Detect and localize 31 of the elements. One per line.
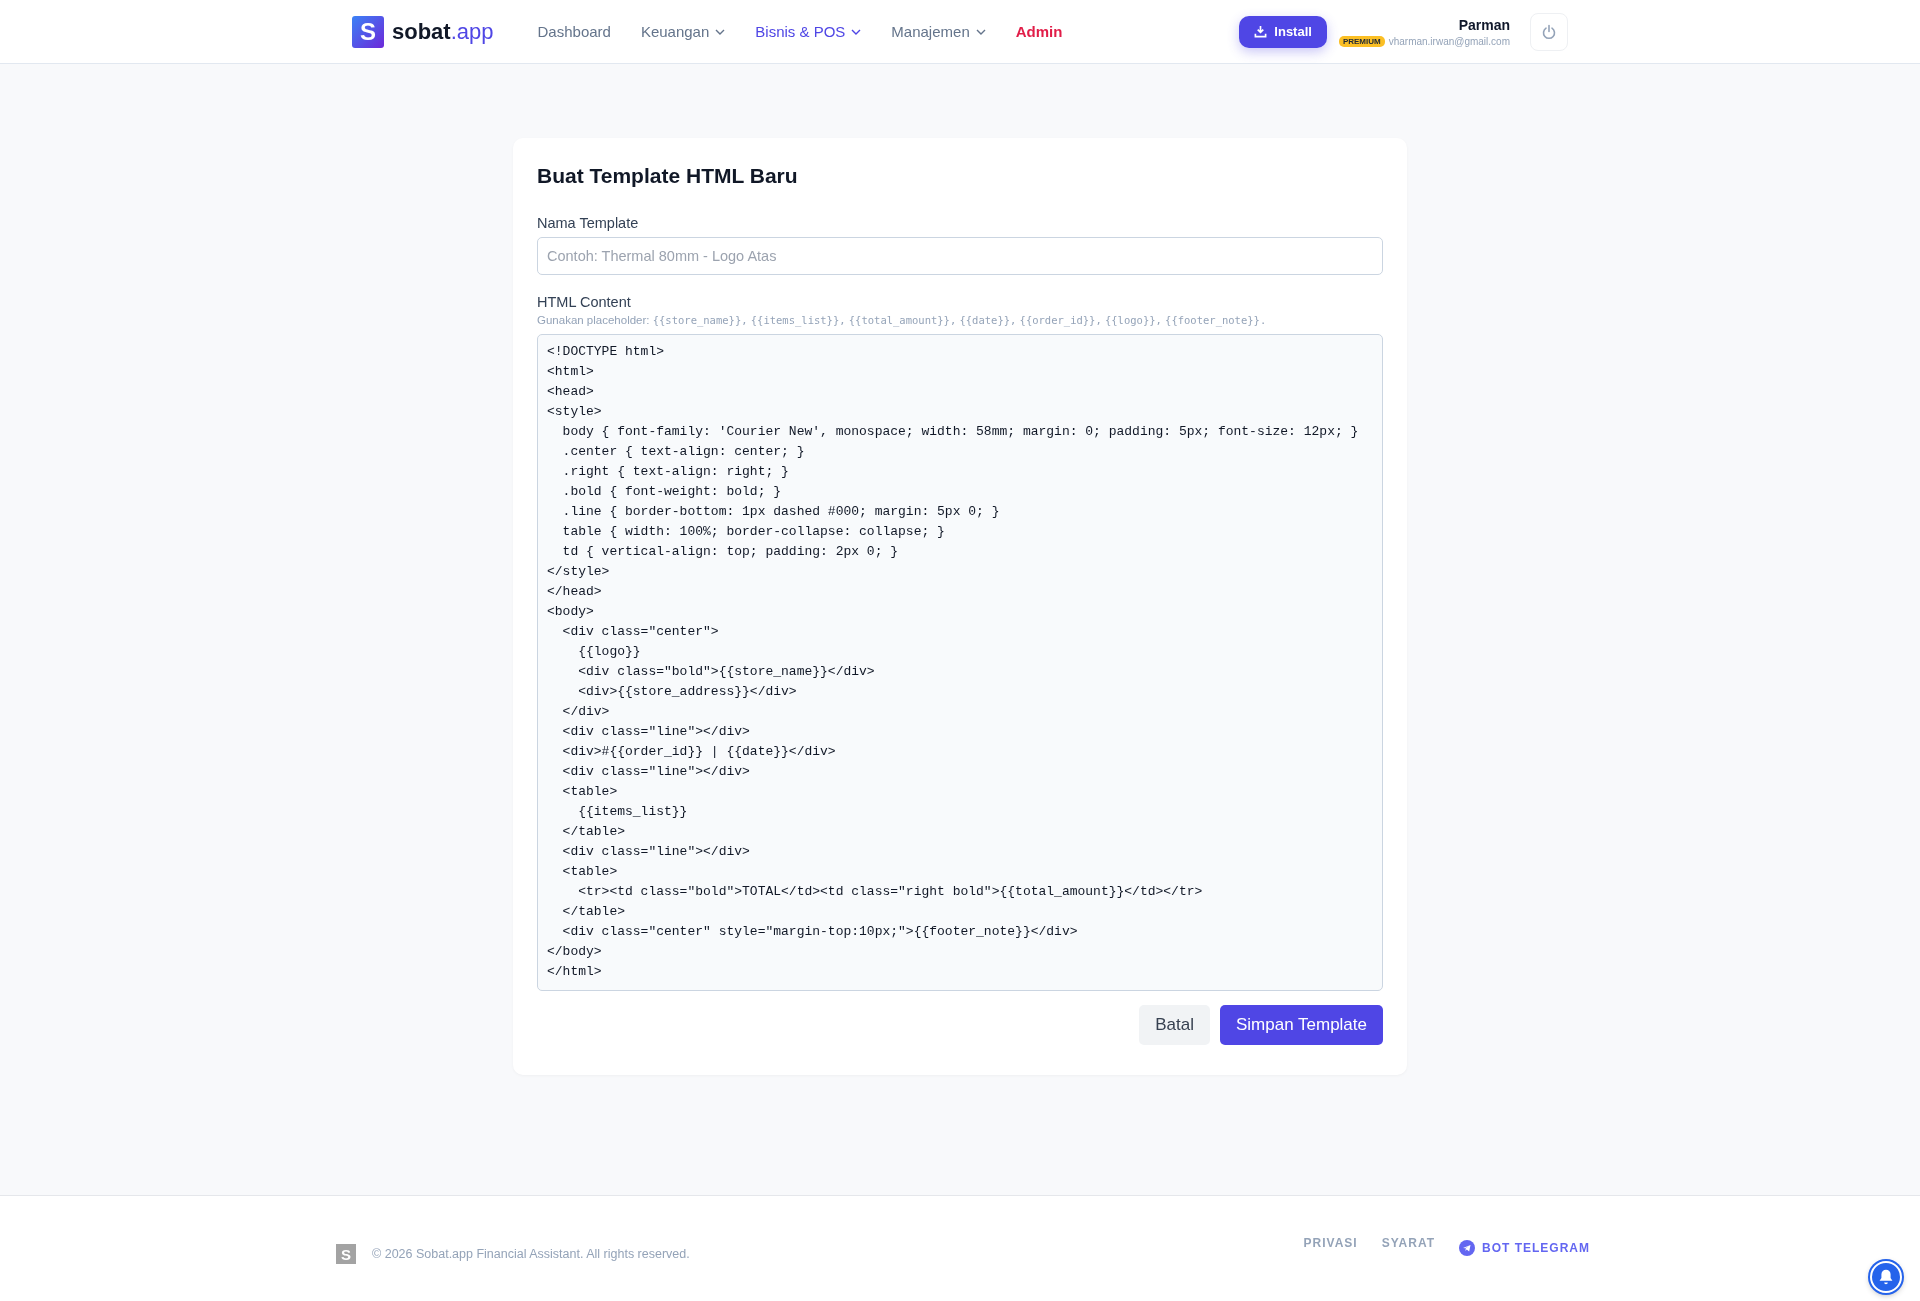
cancel-button[interactable]: Batal: [1139, 1005, 1210, 1045]
logo-icon: S: [352, 15, 384, 48]
html-content-field[interactable]: <!DOCTYPE html> <html> <head> <style> body { font-family: 'Courier New', monospace; width: 58mm; margin: 0; padding: 5px; font-size: 12px; } .center { text-align: center; } .right { text-align: right; } .bold { font-weight: bold; } .line { border-bottom: 1px dashed #000; margin: 5px 0; } table { width: 100%; border-collapse: collapse; } td { vertical-align: top; padding: 2px 0; } </style> </head> <body> <div class="center"> {{logo}} <div class="bold">{{store_name}}</div> <div>{{store_address}}</div> </div> <div class="line"></div> <div>#{{order_id}} | {{date}}</div> <div class="line"></div> <table> {{items_list}} </table> <div class="line"></div> <table> <tr><td class="bold">TOTAL</td><td class="right bold">{{total_amount}}</td></tr> </table> <div class="center" style="margin-top:10px;">{{footer_note}}</div> </body> </html>: [537, 334, 1383, 991]
premium-badge: PREMIUM: [1338, 35, 1385, 47]
user-name: Parman: [1458, 16, 1510, 33]
nav-link[interactable]: Keuangan: [640, 23, 726, 40]
download-icon: [1254, 25, 1268, 38]
footer-link[interactable]: SYARAT: [1381, 1236, 1435, 1250]
footer-link[interactable]: PRIVASI: [1303, 1236, 1358, 1250]
telegram-icon: [1459, 1240, 1475, 1256]
chevron-down-icon: [715, 28, 726, 35]
field-label: HTML Content: [537, 294, 632, 310]
form-title: Buat Template HTML Baru: [537, 164, 799, 188]
template-name-field[interactable]: Contoh: Thermal 80mm - Logo Atas: [537, 237, 1383, 275]
nav-link[interactable]: Bisnis & POS: [755, 23, 862, 40]
copyright-text: © 2026 Sobat.app Financial Assistant. All rights reserved.: [372, 1247, 690, 1261]
chevron-down-icon: [975, 28, 986, 35]
save-button[interactable]: Simpan Template: [1219, 1005, 1383, 1045]
brand-name[interactable]: sobat.app: [392, 18, 494, 45]
nav-link[interactable]: Admin: [1015, 23, 1063, 40]
field-label: Nama Template: [537, 215, 640, 231]
install-button[interactable]: Install: [1239, 15, 1327, 48]
notification-button[interactable]: [1870, 1261, 1902, 1293]
placeholder-hint: Gunakan placeholder: {{store_name}}, {{items_list}}, {{total_amount}}, {{date}}, {{order_id}}, {{logo}}, {{footer_note}}.: [537, 314, 1268, 326]
logo-icon: S: [336, 1244, 356, 1264]
nav-link[interactable]: Manajemen: [891, 23, 986, 40]
chevron-down-icon: [851, 28, 862, 35]
power-icon: [1541, 23, 1557, 40]
user-email: vharman.irwan@gmail.com: [1388, 35, 1510, 47]
nav-link[interactable]: Dashboard: [537, 23, 611, 40]
footer-link[interactable]: BOT TELEGRAM: [1459, 1240, 1590, 1256]
